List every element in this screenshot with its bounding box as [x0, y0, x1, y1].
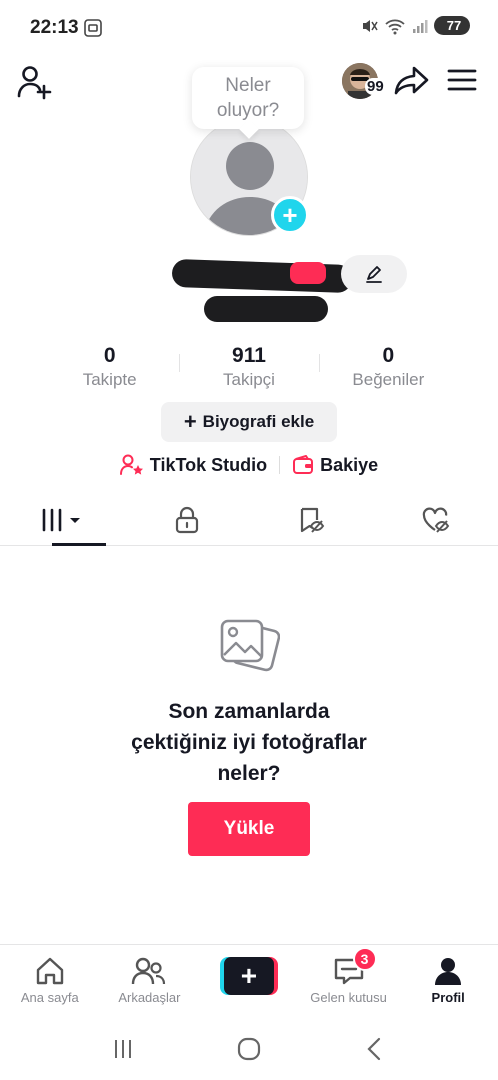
- empty-line-1: Son zamanlarda: [168, 700, 330, 723]
- content-tabs: [0, 494, 498, 546]
- status-bar: 22:13 77: [0, 0, 498, 56]
- screenshot-icon: [84, 19, 102, 37]
- nav-profile[interactable]: Profil: [398, 945, 498, 1014]
- add-bio-button[interactable]: + Biyografi ekle: [161, 402, 337, 442]
- empty-line-3: neler?: [217, 762, 281, 785]
- mute-icon: [363, 19, 378, 32]
- nav-friends[interactable]: Arkadaşlar: [100, 945, 200, 1014]
- tab-saved[interactable]: [249, 494, 374, 545]
- redacted-username: [204, 296, 328, 322]
- bubble-line-2: oluyor?: [216, 100, 280, 121]
- stat-likes[interactable]: 0 Beğeniler: [318, 344, 458, 394]
- photos-icon: [220, 619, 280, 672]
- profile-stats: 0 Takipte 911 Takipçi 0 Beğeniler: [40, 344, 458, 394]
- nav-home-label: Ana sayfa: [20, 990, 79, 1005]
- grid-icon: [42, 508, 81, 531]
- tab-private[interactable]: [125, 494, 250, 545]
- friends-icon: [132, 957, 166, 985]
- create-button[interactable]: +: [219, 957, 278, 995]
- upload-button[interactable]: Yükle: [188, 802, 310, 856]
- wifi-icon: [385, 19, 405, 34]
- active-tab-indicator: [52, 543, 106, 546]
- bottom-nav: Ana sayfa Arkadaşlar + 3 Gelen kutusu Pr…: [0, 944, 498, 1014]
- stat-following[interactable]: 0 Takipte: [40, 344, 179, 394]
- status-icons: 77: [360, 16, 470, 35]
- profile-icon: [435, 958, 462, 985]
- battery-indicator: 77: [434, 16, 470, 35]
- signal-icon: [413, 19, 428, 33]
- edit-profile-button[interactable]: [341, 255, 407, 293]
- inbox-badge: 3: [352, 947, 377, 971]
- stat-likes-value: 0: [382, 344, 395, 367]
- add-friend-icon[interactable]: [16, 64, 56, 100]
- back-icon[interactable]: [363, 1037, 387, 1061]
- balance-link[interactable]: Bakiye: [292, 455, 378, 476]
- balance-label: Bakiye: [320, 454, 379, 475]
- bookmark-hidden-icon: [301, 507, 325, 533]
- stat-following-label: Takipte: [82, 370, 137, 389]
- system-nav: [0, 1018, 498, 1080]
- friend-avatar-badge: 99: [365, 78, 386, 95]
- profile-links: TikTok Studio Bakiye: [0, 452, 498, 478]
- plus-icon: +: [223, 957, 274, 995]
- plus-icon: +: [183, 409, 197, 434]
- empty-line-2: çektiğiniz iyi fotoğraflar: [131, 731, 367, 754]
- pink-badge: [290, 262, 326, 284]
- tiktok-studio-label: TikTok Studio: [149, 454, 268, 475]
- empty-state-message: Son zamanlarda çektiğiniz iyi fotoğrafla…: [60, 696, 438, 789]
- studio-icon: [119, 454, 143, 475]
- tab-videos[interactable]: [0, 494, 125, 546]
- wallet-icon: [293, 455, 314, 474]
- menu-icon[interactable]: [446, 64, 478, 96]
- stat-likes-label: Beğeniler: [352, 370, 425, 389]
- share-icon[interactable]: [394, 62, 430, 98]
- nav-create[interactable]: +: [199, 945, 299, 1014]
- tiktok-studio-link[interactable]: TikTok Studio: [119, 454, 268, 476]
- nav-profile-label: Profil: [431, 990, 465, 1005]
- home-icon: [36, 957, 63, 985]
- add-bio-label: Biyografi ekle: [202, 412, 315, 431]
- add-photo-button[interactable]: +: [271, 196, 309, 234]
- stat-followers-label: Takipçi: [223, 370, 275, 389]
- heart-hidden-icon: [422, 507, 449, 533]
- nav-inbox[interactable]: 3 Gelen kutusu: [299, 945, 399, 1014]
- status-prompt-bubble[interactable]: Neler oluyor?: [192, 67, 304, 129]
- nav-friends-label: Arkadaşlar: [118, 990, 181, 1005]
- bubble-line-1: Neler: [225, 75, 271, 96]
- recent-apps-icon[interactable]: [111, 1037, 135, 1061]
- stat-following-value: 0: [103, 344, 116, 367]
- stat-followers[interactable]: 911 Takipçi: [179, 344, 318, 394]
- stat-followers-value: 911: [232, 344, 266, 367]
- pencil-icon: [366, 266, 382, 283]
- status-time: 22:13: [30, 17, 79, 38]
- nav-inbox-label: Gelen kutusu: [310, 990, 387, 1005]
- tab-liked[interactable]: [374, 494, 498, 545]
- links-divider: [279, 456, 281, 474]
- nav-home[interactable]: Ana sayfa: [0, 945, 100, 1014]
- home-system-icon[interactable]: [236, 1036, 262, 1062]
- lock-icon: [175, 506, 198, 533]
